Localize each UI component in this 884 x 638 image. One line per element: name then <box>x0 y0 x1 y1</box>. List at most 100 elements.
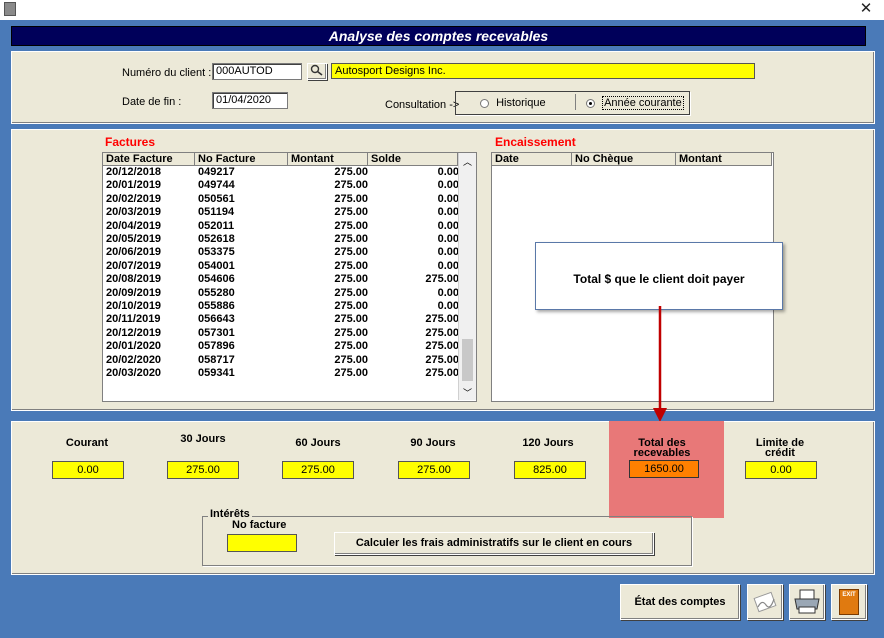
divider <box>575 94 576 110</box>
table-row[interactable]: 20/10/2019 055886 275.00 0.00 <box>103 300 459 312</box>
close-icon[interactable]: ✕ <box>856 0 876 20</box>
cell-no-facture: 050561 <box>198 192 235 205</box>
cell-no-facture: 055886 <box>198 300 235 312</box>
aging-panel: Courant 0.00 30 Jours 275.00 60 Jours 27… <box>11 421 875 575</box>
scroll-down-icon[interactable]: ﹀ <box>463 386 472 399</box>
scrollbar-thumb[interactable] <box>462 339 473 381</box>
cell-solde: 0.00 <box>437 166 459 178</box>
col-solde[interactable]: Solde <box>368 153 458 166</box>
cell-solde: 275.00 <box>425 326 459 339</box>
search-icon <box>310 64 323 76</box>
j90-label: 90 Jours <box>410 437 456 449</box>
cell-date: 20/12/2019 <box>106 326 162 339</box>
calculer-frais-button[interactable]: Calculer les frais administratifs sur le… <box>334 532 654 555</box>
cell-solde: 275.00 <box>425 273 459 286</box>
cell-no-facture: 054606 <box>198 273 235 286</box>
cell-montant: 275.00 <box>334 326 368 339</box>
radio-annee-courante-dot[interactable] <box>586 98 595 108</box>
cell-montant: 275.00 <box>334 353 368 366</box>
table-row[interactable]: 20/06/2019 053375 275.00 0.00 <box>103 246 459 259</box>
table-row[interactable]: 20/03/2020 059341 275.00 275.00 <box>103 367 459 379</box>
col-date-facture[interactable]: Date Facture <box>103 153 195 166</box>
table-row[interactable]: 20/03/2019 051194 275.00 0.00 <box>103 206 459 219</box>
table-row[interactable]: 20/12/2018 049217 275.00 0.00 <box>103 166 459 178</box>
cell-no-facture: 049217 <box>198 166 235 178</box>
callout-arrow <box>653 306 667 422</box>
limite-value: 0.00 <box>745 461 817 479</box>
cell-date: 20/03/2020 <box>106 367 162 379</box>
cell-solde: 275.00 <box>425 340 459 353</box>
limite-label-2: crédit <box>765 447 795 459</box>
cell-solde: 275.00 <box>425 367 459 379</box>
cell-solde: 0.00 <box>437 300 459 312</box>
cell-solde: 0.00 <box>437 192 459 205</box>
table-row[interactable]: 20/12/2019 057301 275.00 275.00 <box>103 326 459 339</box>
cell-date: 20/06/2019 <box>106 246 162 259</box>
total-value: 1650.00 <box>629 460 699 478</box>
col-no-cheque[interactable]: No Chèque <box>572 153 676 166</box>
radio-annee-courante[interactable]: Année courante <box>586 96 684 110</box>
cell-montant: 275.00 <box>334 219 368 232</box>
cell-montant: 275.00 <box>334 300 368 312</box>
table-row[interactable]: 20/01/2020 057896 275.00 275.00 <box>103 340 459 353</box>
cell-date: 20/11/2019 <box>106 313 161 326</box>
cell-montant: 275.00 <box>334 340 368 353</box>
j30-value: 275.00 <box>167 461 239 479</box>
cell-solde: 0.00 <box>437 206 459 219</box>
client-search-button[interactable] <box>307 63 327 80</box>
j60-label: 60 Jours <box>295 437 341 449</box>
cell-montant: 275.00 <box>334 259 368 272</box>
j90-value: 275.00 <box>398 461 470 479</box>
cell-date: 20/07/2019 <box>106 259 162 272</box>
app-icon <box>4 2 16 16</box>
cell-solde: 0.00 <box>437 219 459 232</box>
cell-montant: 275.00 <box>334 367 368 379</box>
consultation-group: Historique Année courante <box>455 91 690 115</box>
table-row[interactable]: 20/04/2019 052011 275.00 0.00 <box>103 219 459 232</box>
callout-text: Total $ que le client doit payer <box>573 272 745 286</box>
table-row[interactable]: 20/02/2020 058717 275.00 275.00 <box>103 353 459 366</box>
cell-montant: 275.00 <box>334 192 368 205</box>
table-row[interactable]: 20/08/2019 054606 275.00 275.00 <box>103 273 459 286</box>
table-row[interactable]: 20/07/2019 054001 275.00 0.00 <box>103 259 459 272</box>
client-panel: Numéro du client : 000AUTOD Autosport De… <box>11 51 875 124</box>
cell-no-facture: 054001 <box>198 259 235 272</box>
printer-icon <box>794 589 820 614</box>
table-row[interactable]: 20/09/2019 055280 275.00 0.00 <box>103 286 459 299</box>
consultation-label: Consultation -> <box>385 99 460 111</box>
exit-text: EXIT <box>842 592 856 598</box>
scroll-up-icon[interactable]: ︿ <box>463 155 472 168</box>
print-button[interactable] <box>789 584 825 620</box>
cell-montant: 275.00 <box>334 286 368 299</box>
j120-value: 825.00 <box>514 461 586 479</box>
no-facture-field[interactable] <box>227 534 297 552</box>
cell-no-facture: 058717 <box>198 353 235 366</box>
client-name-field: Autosport Designs Inc. <box>331 63 755 79</box>
table-row[interactable]: 20/11/2019 056643 275.00 275.00 <box>103 313 459 326</box>
table-row[interactable]: 20/05/2019 052618 275.00 0.00 <box>103 234 459 245</box>
cell-date: 20/08/2019 <box>106 273 162 286</box>
cell-no-facture: 057301 <box>198 326 235 339</box>
col-montant[interactable]: Montant <box>288 153 368 166</box>
exit-button[interactable]: EXIT <box>831 584 867 620</box>
cell-date: 20/04/2019 <box>106 219 162 232</box>
radio-historique[interactable]: Historique <box>480 97 546 109</box>
cell-no-facture: 056643 <box>198 313 235 326</box>
col-montant-enc[interactable]: Montant <box>676 153 772 166</box>
table-row[interactable]: 20/01/2019 049744 275.00 0.00 <box>103 180 459 191</box>
j30-label: 30 Jours <box>180 433 226 445</box>
client-number-field[interactable]: 000AUTOD <box>212 63 302 80</box>
table-row[interactable]: 20/02/2019 050561 275.00 0.00 <box>103 192 459 205</box>
cell-solde: 275.00 <box>425 313 459 326</box>
col-date[interactable]: Date <box>492 153 572 166</box>
factures-table[interactable]: Date Facture No Facture Montant Solde 20… <box>102 152 477 402</box>
sign-button[interactable] <box>747 584 783 620</box>
window-titlebar <box>0 0 884 20</box>
j120-label: 120 Jours <box>522 437 574 449</box>
etat-des-comptes-button[interactable]: État des comptes <box>620 584 740 620</box>
factures-scrollbar[interactable]: ︿ ﹀ <box>458 153 476 400</box>
col-no-facture[interactable]: No Facture <box>195 153 288 166</box>
signature-icon <box>753 591 777 613</box>
radio-historique-dot[interactable] <box>480 98 489 108</box>
end-date-field[interactable]: 01/04/2020 <box>212 92 288 109</box>
